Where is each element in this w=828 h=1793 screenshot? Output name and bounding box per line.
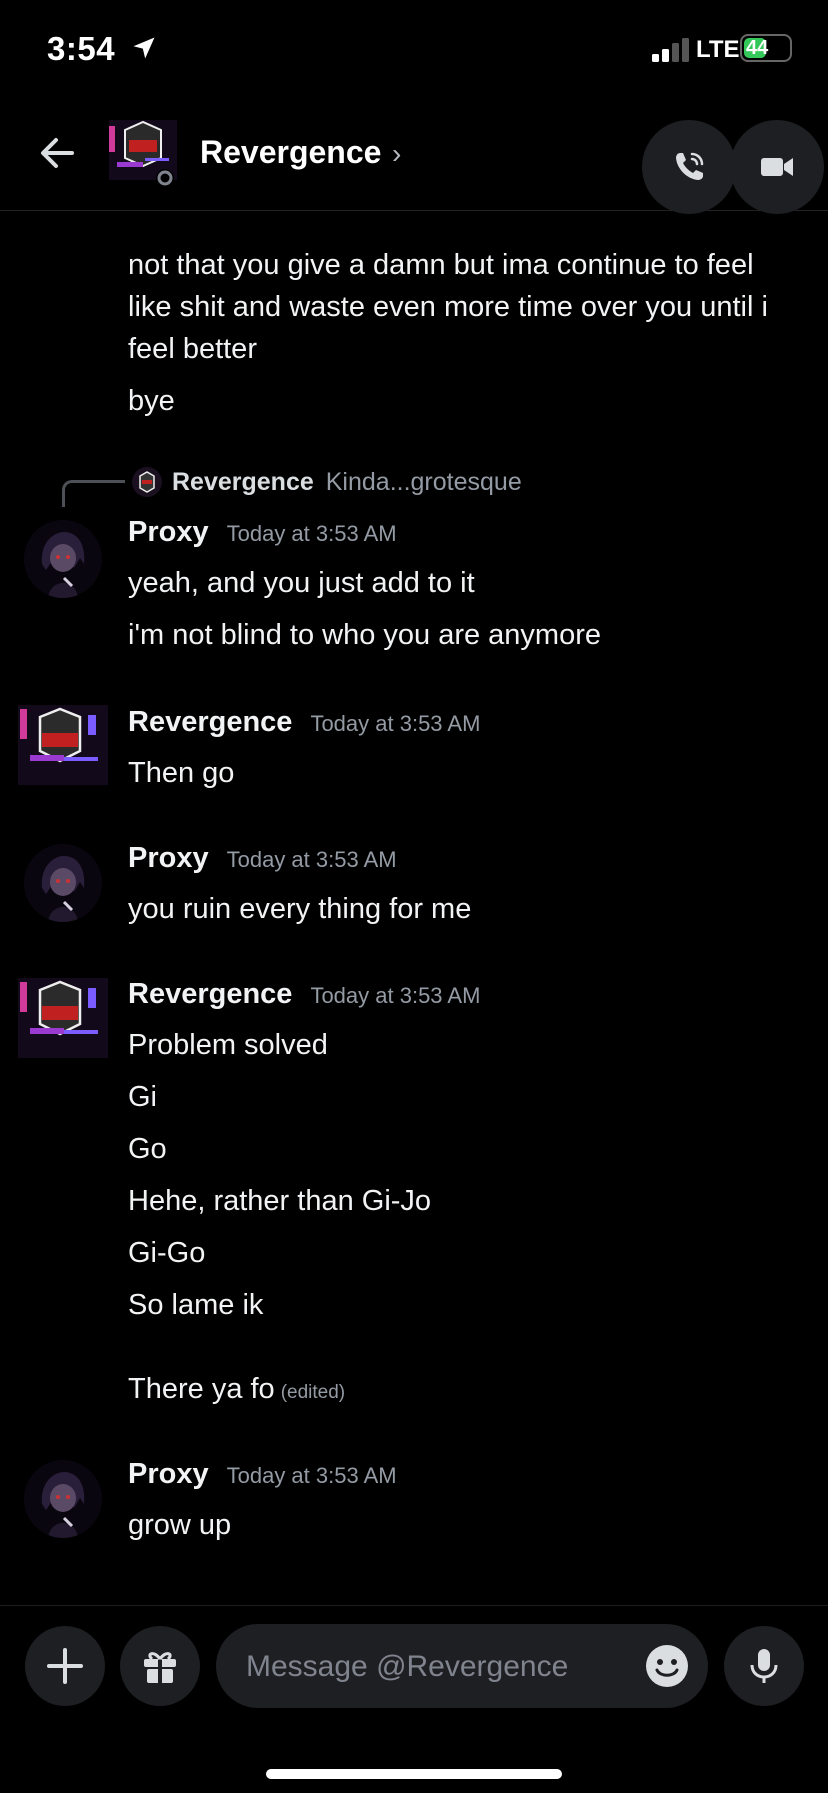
gift-icon bbox=[144, 1652, 176, 1683]
message-line: Then go bbox=[128, 757, 235, 789]
avatar[interactable] bbox=[18, 978, 108, 1058]
video-call-button[interactable] bbox=[730, 120, 824, 214]
message-author[interactable]: Proxy Today at 3:53 AM bbox=[128, 516, 397, 549]
composer-bar bbox=[0, 1605, 828, 1793]
message-line: like shit and waste even more time over … bbox=[128, 291, 768, 323]
back-arrow-icon[interactable] bbox=[36, 132, 78, 174]
location-arrow-icon bbox=[133, 37, 155, 59]
message-line: not that you give a damn but ima continu… bbox=[128, 249, 754, 281]
reply-avatar bbox=[132, 467, 162, 497]
message-timestamp: Today at 3:53 AM bbox=[310, 711, 481, 736]
message-line: feel better bbox=[128, 333, 257, 365]
message-line: i'm not blind to who you are anymore bbox=[128, 619, 602, 651]
avatar[interactable] bbox=[24, 844, 102, 922]
author-name[interactable]: Proxy bbox=[128, 516, 209, 548]
battery-level: 44 bbox=[746, 37, 769, 59]
channel-avatar[interactable] bbox=[105, 118, 181, 190]
phone-icon bbox=[676, 152, 704, 180]
reply-text: Kinda...grotesque bbox=[325, 467, 522, 496]
channel-title[interactable]: Revergence bbox=[200, 134, 381, 171]
message-author[interactable]: Proxy Today at 3:53 AM bbox=[128, 842, 397, 875]
edited-label: (edited) bbox=[280, 1382, 346, 1403]
voice-message-button[interactable] bbox=[724, 1626, 804, 1706]
message-timestamp: Today at 3:53 AM bbox=[226, 1463, 397, 1488]
message-line: Hehe, rather than Gi-Jo bbox=[128, 1185, 432, 1217]
home-indicator bbox=[266, 1769, 562, 1779]
message-input-container[interactable] bbox=[216, 1624, 708, 1710]
message-line: Gi bbox=[128, 1081, 157, 1113]
message-line: So lame ik bbox=[128, 1289, 264, 1321]
message-line: Problem solved bbox=[128, 1029, 328, 1061]
message-input[interactable] bbox=[244, 1624, 628, 1710]
message-line: you ruin every thing for me bbox=[128, 893, 472, 925]
battery-icon: 44 bbox=[740, 34, 792, 62]
emoji-icon[interactable] bbox=[644, 1643, 690, 1689]
video-camera-icon bbox=[761, 158, 793, 176]
author-name[interactable]: Revergence bbox=[128, 978, 292, 1010]
chat-header: Revergence › bbox=[0, 100, 828, 214]
avatar[interactable] bbox=[18, 705, 108, 785]
avatar[interactable] bbox=[24, 520, 102, 598]
message-text: There ya fo bbox=[128, 1373, 275, 1405]
voice-call-button[interactable] bbox=[642, 120, 736, 214]
network-type: LTE bbox=[696, 36, 740, 63]
message-timestamp: Today at 3:53 AM bbox=[226, 847, 397, 872]
microphone-icon bbox=[750, 1649, 778, 1683]
message-timestamp: Today at 3:53 AM bbox=[310, 983, 481, 1008]
attach-button[interactable] bbox=[25, 1626, 105, 1706]
message-author[interactable]: Proxy Today at 3:53 AM bbox=[128, 1458, 397, 1491]
author-name[interactable]: Proxy bbox=[128, 842, 209, 874]
reply-preview[interactable]: Revergence Kinda...grotesque bbox=[132, 464, 522, 500]
message-line: grow up bbox=[128, 1509, 232, 1541]
message-author[interactable]: Revergence Today at 3:53 AM bbox=[128, 706, 480, 739]
message-line: yeah, and you just add to it bbox=[128, 567, 475, 599]
signal-icon bbox=[652, 38, 689, 62]
chevron-right-icon[interactable]: › bbox=[392, 138, 401, 170]
gift-button[interactable] bbox=[120, 1626, 200, 1706]
message-author[interactable]: Revergence Today at 3:53 AM bbox=[128, 978, 480, 1011]
message-list[interactable]: not that you give a damn but ima continu… bbox=[0, 210, 828, 1605]
avatar[interactable] bbox=[24, 1460, 102, 1538]
reply-author: Revergence bbox=[172, 467, 314, 496]
status-time: 3:54 bbox=[47, 30, 116, 67]
message-line: Go bbox=[128, 1133, 167, 1165]
message-line: There ya fo (edited) bbox=[128, 1368, 345, 1414]
message-line: bye bbox=[128, 385, 175, 417]
plus-icon bbox=[47, 1648, 83, 1684]
author-name[interactable]: Revergence bbox=[128, 706, 292, 738]
message-line: Gi-Go bbox=[128, 1237, 206, 1269]
reply-connector bbox=[62, 480, 125, 507]
message-timestamp: Today at 3:53 AM bbox=[226, 521, 397, 546]
author-name[interactable]: Proxy bbox=[128, 1458, 209, 1490]
status-bar: 3:54 LTE 44 bbox=[0, 0, 828, 100]
